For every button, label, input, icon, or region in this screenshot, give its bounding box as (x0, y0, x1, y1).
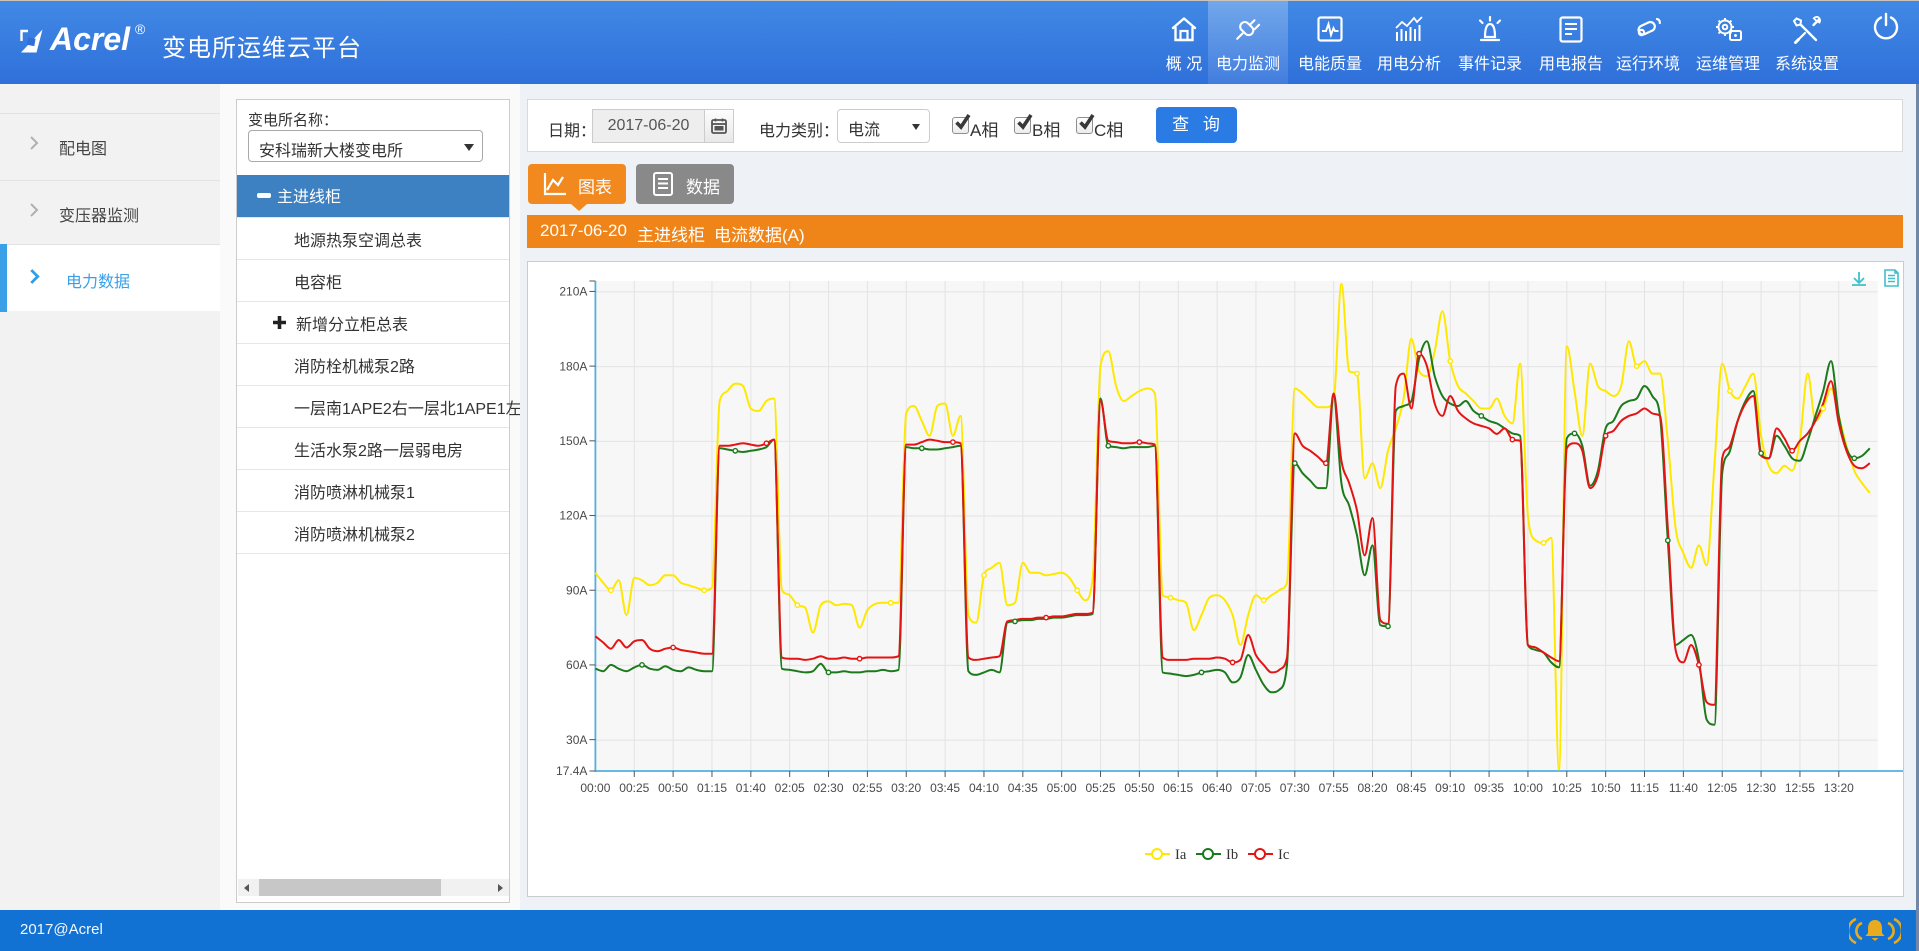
svg-text:150A: 150A (559, 434, 587, 448)
svg-text:07:30: 07:30 (1280, 781, 1310, 795)
svg-text:07:05: 07:05 (1241, 781, 1271, 795)
svg-text:00:25: 00:25 (619, 781, 649, 795)
svg-text:08:45: 08:45 (1396, 781, 1426, 795)
svg-text:11:40: 11:40 (1669, 781, 1698, 795)
svg-text:03:20: 03:20 (891, 781, 921, 795)
svg-text:05:00: 05:00 (1047, 781, 1077, 795)
svg-text:120A: 120A (559, 509, 587, 523)
svg-text:17.4A: 17.4A (556, 764, 587, 778)
svg-text:Ia: Ia (1175, 847, 1187, 863)
svg-text:01:40: 01:40 (736, 781, 766, 795)
svg-text:07:55: 07:55 (1319, 781, 1349, 795)
svg-text:Ib: Ib (1226, 847, 1238, 863)
svg-text:04:10: 04:10 (969, 781, 999, 795)
svg-text:13:20: 13:20 (1824, 781, 1854, 795)
svg-text:09:10: 09:10 (1435, 781, 1465, 795)
svg-text:05:25: 05:25 (1085, 781, 1115, 795)
svg-text:10:00: 10:00 (1513, 781, 1543, 795)
svg-text:90A: 90A (566, 583, 587, 597)
svg-text:02:05: 02:05 (775, 781, 805, 795)
svg-text:06:40: 06:40 (1202, 781, 1232, 795)
svg-text:09:35: 09:35 (1474, 781, 1504, 795)
svg-text:04:35: 04:35 (1008, 781, 1038, 795)
svg-text:210A: 210A (559, 285, 587, 299)
svg-text:180A: 180A (559, 359, 587, 373)
svg-text:Ic: Ic (1278, 847, 1289, 863)
svg-text:12:05: 12:05 (1707, 781, 1737, 795)
svg-text:02:55: 02:55 (852, 781, 882, 795)
svg-text:05:50: 05:50 (1124, 781, 1154, 795)
svg-text:03:45: 03:45 (930, 781, 960, 795)
svg-text:11:15: 11:15 (1630, 781, 1659, 795)
svg-text:02:30: 02:30 (813, 781, 843, 795)
svg-text:12:30: 12:30 (1746, 781, 1776, 795)
svg-text:08:20: 08:20 (1357, 781, 1387, 795)
svg-text:10:25: 10:25 (1552, 781, 1582, 795)
svg-text:30A: 30A (566, 733, 587, 747)
svg-text:10:50: 10:50 (1591, 781, 1621, 795)
svg-text:01:15: 01:15 (697, 781, 727, 795)
svg-text:60A: 60A (566, 658, 587, 672)
svg-text:00:00: 00:00 (580, 781, 610, 795)
svg-text:00:50: 00:50 (658, 781, 688, 795)
svg-text:06:15: 06:15 (1163, 781, 1193, 795)
svg-text:12:55: 12:55 (1785, 781, 1815, 795)
